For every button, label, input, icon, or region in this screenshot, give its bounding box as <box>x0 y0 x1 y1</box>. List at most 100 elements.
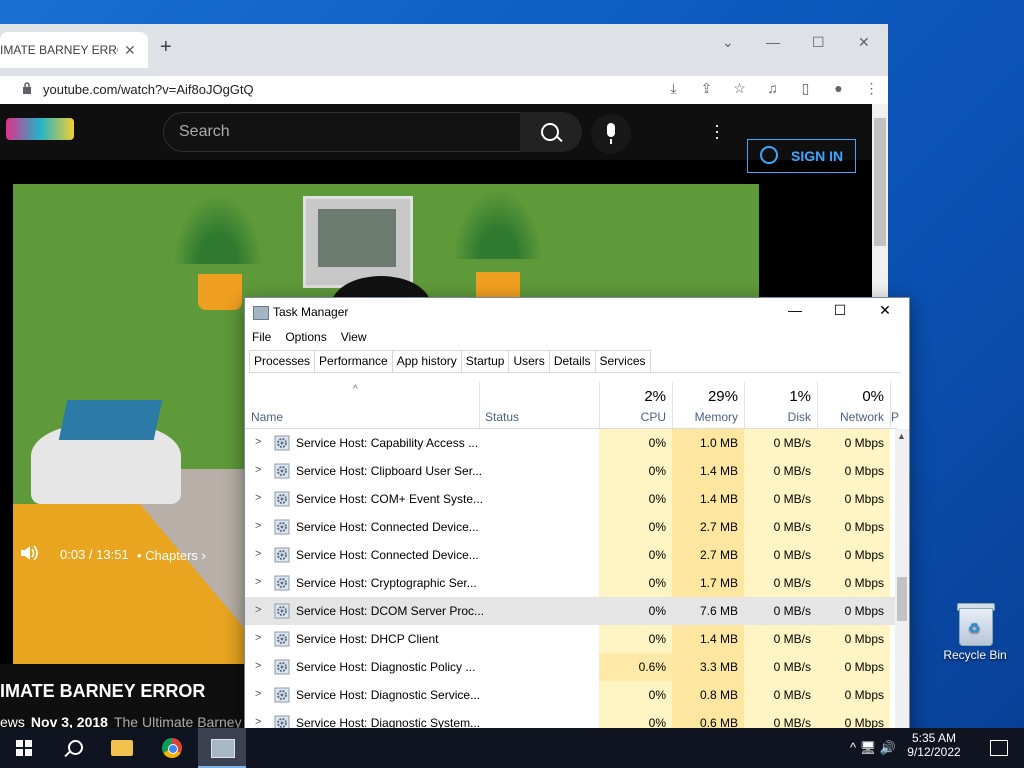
table-row[interactable]: > Service Host: COM+ Event Syste... 0% 1.4 … <box>245 485 897 513</box>
gear-icon <box>274 463 290 479</box>
chevron-right-icon[interactable]: > <box>255 436 261 448</box>
cpu-total: 2% <box>644 388 666 405</box>
clock[interactable]: 5:35 AM 9/12/2022 <box>902 731 966 759</box>
install-icon[interactable]: ⤓ <box>657 80 690 97</box>
table-row[interactable]: > Service Host: Connected Device... 0% 2.7 … <box>245 541 897 569</box>
table-row[interactable]: > Service Host: DCOM Server Proc... 0% 7.6 … <box>245 597 897 625</box>
gear-icon <box>274 575 290 591</box>
notification-icon[interactable] <box>990 740 1008 756</box>
table-row[interactable]: > Service Host: Diagnostic Service... 0% 0.… <box>245 681 897 709</box>
volume-icon[interactable] <box>20 544 38 562</box>
tab-performance[interactable]: Performance <box>314 350 393 372</box>
chevron-right-icon[interactable]: > <box>255 604 261 616</box>
scrollbar-thumb[interactable] <box>874 118 886 246</box>
bookmark-star-icon[interactable]: ☆ <box>723 80 756 97</box>
process-name: Service Host: Cryptographic Ser... <box>296 576 477 590</box>
maximize-button[interactable]: ☐ <box>812 34 825 51</box>
minimize-button[interactable]: — <box>766 34 780 50</box>
tab-services[interactable]: Services <box>594 350 651 372</box>
chrome-icon <box>162 738 182 758</box>
taskbar-search-button[interactable] <box>48 728 96 768</box>
chevron-right-icon: › <box>201 548 206 563</box>
chevron-right-icon[interactable]: > <box>255 660 261 672</box>
task-manager-titlebar[interactable]: Task Manager — ☐ ✕ <box>245 298 909 326</box>
tab-details[interactable]: Details <box>548 350 596 372</box>
column-headers: ^ Name Status 2% CPU 29% Memory 1% Disk … <box>245 382 899 429</box>
tab-bar: Processes Performance App history Startu… <box>249 350 901 373</box>
chevron-right-icon[interactable]: > <box>255 688 261 700</box>
side-panel-icon[interactable]: ▯ <box>789 80 822 97</box>
chevron-right-icon[interactable]: > <box>255 632 261 644</box>
more-options-icon[interactable]: · · · <box>714 116 720 146</box>
address-bar[interactable]: youtube.com/watch?v=Aif8oJOgGtQ ⤓ ⇪ ☆ ♫ … <box>0 76 888 104</box>
network-value: 0 Mbps <box>817 625 890 653</box>
column-cpu[interactable]: 2% CPU <box>599 382 673 428</box>
minimize-button[interactable]: — <box>772 302 818 318</box>
profile-icon[interactable]: ● <box>822 80 855 97</box>
menu-options[interactable]: Options <box>278 326 333 348</box>
maximize-button[interactable]: ☐ <box>817 302 863 319</box>
close-button[interactable]: ✕ <box>858 34 870 51</box>
table-row[interactable]: > Service Host: Connected Device... 0% 2.7 … <box>245 513 897 541</box>
table-row[interactable]: > Service Host: Clipboard User Ser... 0% 1.… <box>245 457 897 485</box>
close-button[interactable]: ✕ <box>862 302 908 319</box>
chevron-right-icon[interactable]: > <box>255 464 261 476</box>
search-input[interactable]: Search <box>163 112 521 152</box>
tab-users[interactable]: Users <box>508 350 550 372</box>
task-manager-taskbar-button[interactable] <box>198 728 246 768</box>
voice-search-icon[interactable] <box>591 114 631 154</box>
chrome-taskbar-button[interactable] <box>148 728 196 768</box>
share-icon[interactable]: ⇪ <box>690 80 723 97</box>
table-row[interactable]: > Service Host: Capability Access ... 0% 1.… <box>245 429 897 457</box>
column-network[interactable]: 0% Network <box>817 382 891 428</box>
gear-icon <box>274 631 290 647</box>
url-text[interactable]: youtube.com/watch?v=Aif8oJOgGtQ <box>43 82 254 97</box>
start-button[interactable] <box>0 728 48 768</box>
column-disk[interactable]: 1% Disk <box>744 382 818 428</box>
column-status[interactable]: Status <box>479 382 600 428</box>
process-name: Service Host: DCOM Server Proc... <box>296 604 485 618</box>
recycle-bin-shortcut[interactable]: ♻ Recycle Bin <box>940 600 1010 662</box>
browser-tab[interactable]: IMATE BARNEY ERROR - ✕ <box>0 32 148 68</box>
chevron-right-icon[interactable]: > <box>255 548 261 560</box>
cpu-value: 0% <box>599 457 672 485</box>
menu-dots-icon[interactable]: ⋮ <box>855 80 888 97</box>
tray-icons[interactable]: ^ 🖥 🔊 <box>850 740 896 756</box>
lock-icon[interactable] <box>22 82 32 94</box>
disk-value: 0 MB/s <box>744 513 817 541</box>
tab-app-history[interactable]: App history <box>391 350 462 372</box>
chevron-right-icon[interactable]: > <box>255 716 261 728</box>
channel-logo[interactable] <box>6 118 74 140</box>
memory-value: 1.7 MB <box>672 569 744 597</box>
chapters-button[interactable]: • Chapters › <box>137 548 206 563</box>
tab-close-icon[interactable]: ✕ <box>124 42 136 59</box>
search-placeholder: Search <box>179 123 230 140</box>
memory-value: 0.8 MB <box>672 681 744 709</box>
chevron-right-icon[interactable]: > <box>255 576 261 588</box>
memory-value: 1.4 MB <box>672 625 744 653</box>
file-explorer-button[interactable] <box>98 728 146 768</box>
process-name: Service Host: Capability Access ... <box>296 436 479 450</box>
table-row[interactable]: > Service Host: Diagnostic Policy ... 0.6%… <box>245 653 897 681</box>
column-network-label: Network <box>839 410 884 424</box>
chevron-right-icon[interactable]: > <box>255 492 261 504</box>
search-button[interactable] <box>520 112 582 152</box>
menu-view[interactable]: View <box>334 326 374 348</box>
table-row[interactable]: > Service Host: DHCP Client 0% 1.4 MB 0 MB/s… <box>245 625 897 653</box>
scroll-up-icon[interactable]: ▲ <box>897 431 906 441</box>
column-power[interactable]: P <box>890 382 899 428</box>
process-list-scrollbar[interactable]: ▲ <box>895 429 909 754</box>
tab-processes[interactable]: Processes <box>249 350 316 372</box>
scrollbar-thumb[interactable] <box>897 577 907 621</box>
column-name[interactable]: ^ Name <box>245 382 480 428</box>
media-control-icon[interactable]: ♫ <box>756 80 789 97</box>
toolbar-icons: ⤓ ⇪ ☆ ♫ ▯ ● ⋮ <box>657 80 888 97</box>
menu-file[interactable]: File <box>245 326 278 348</box>
tab-startup[interactable]: Startup <box>460 350 510 372</box>
table-row[interactable]: > Service Host: Cryptographic Ser... 0% 1.7… <box>245 569 897 597</box>
column-memory[interactable]: 29% Memory <box>672 382 745 428</box>
sign-in-button[interactable]: SIGN IN <box>747 139 856 173</box>
new-tab-button[interactable]: + <box>160 36 172 59</box>
chevron-right-icon[interactable]: > <box>255 520 261 532</box>
tab-search-icon[interactable]: ⌄ <box>722 34 734 51</box>
